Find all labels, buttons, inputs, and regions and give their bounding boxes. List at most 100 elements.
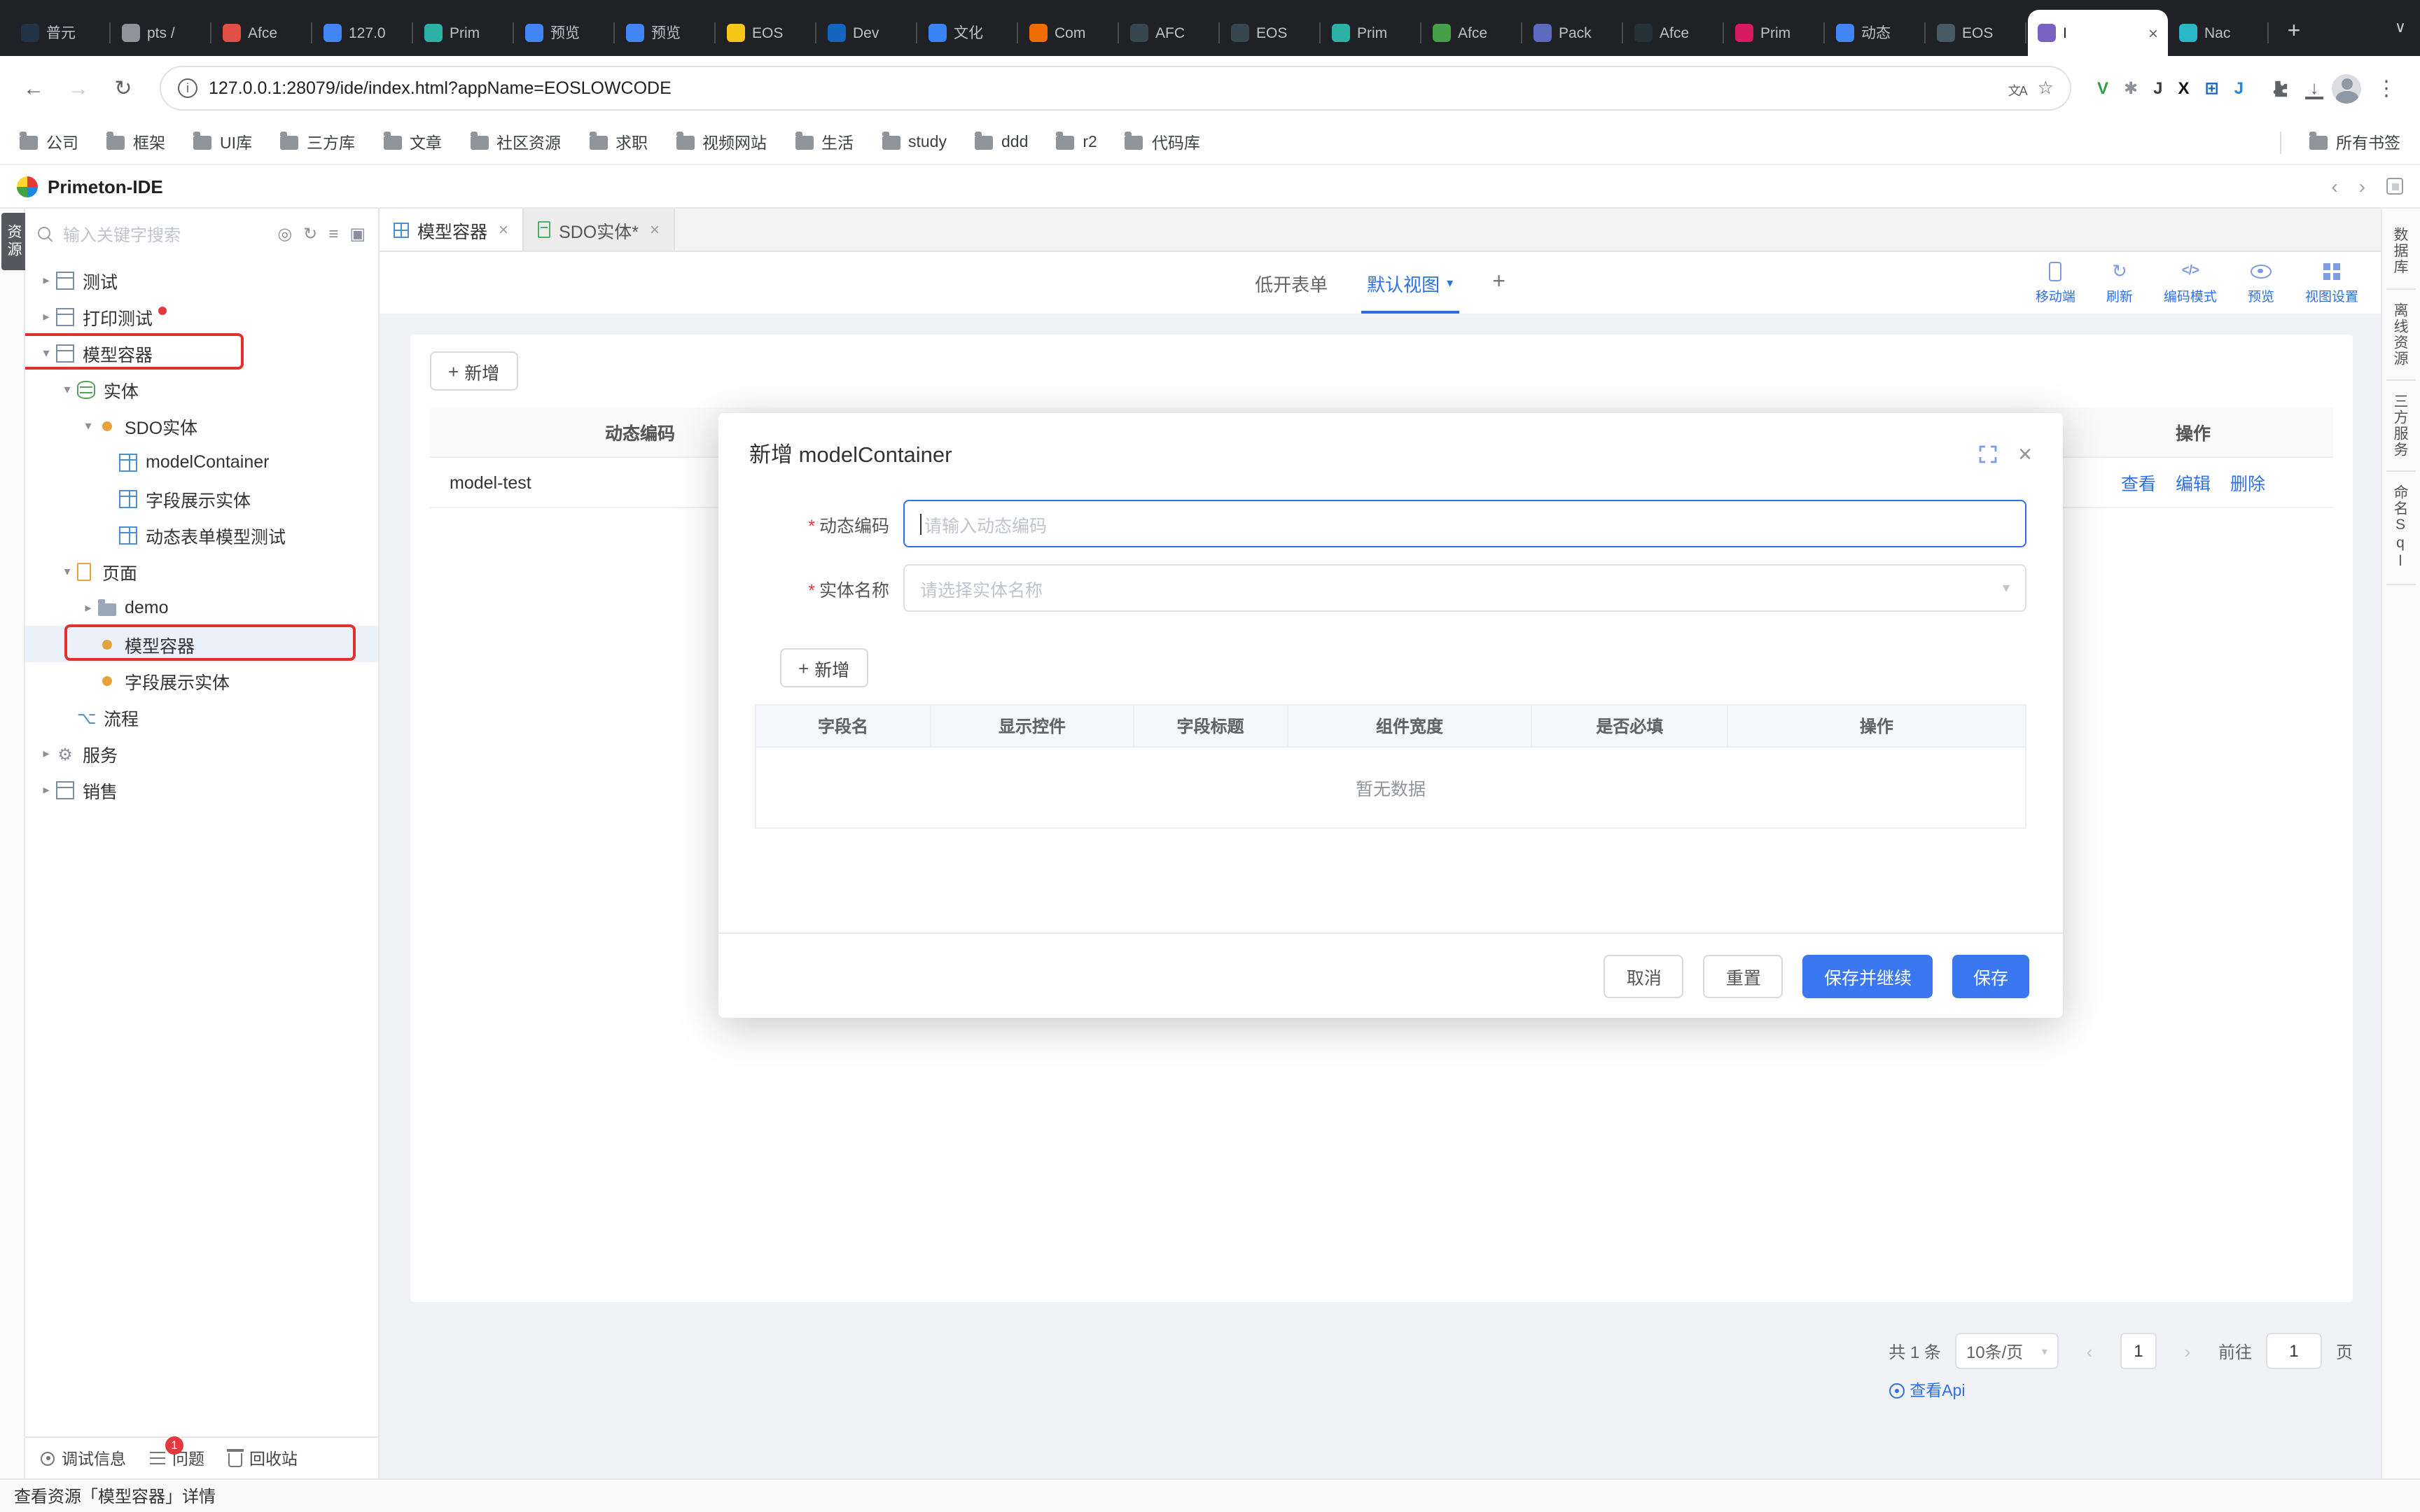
bookmark-folder[interactable]: UI库 <box>193 131 252 153</box>
bookmark-folder[interactable]: 社区资源 <box>470 131 561 153</box>
browser-tab[interactable]: pts / <box>112 10 211 56</box>
eye-action-button[interactable]: 预览 <box>2248 260 2274 305</box>
tree-item[interactable]: ▸测试 <box>25 262 378 298</box>
sidebar-search[interactable]: 输入关键字搜索 <box>25 209 378 259</box>
fullscreen-icon[interactable] <box>1979 444 1997 463</box>
right-vertical-tab[interactable]: 三方服务 <box>2386 380 2416 471</box>
browser-tab[interactable]: AFC <box>1120 10 1220 56</box>
bookmark-folder[interactable]: 视频网站 <box>676 131 767 153</box>
all-bookmarks-button[interactable]: 所有书签 <box>2309 131 2400 153</box>
browser-tab[interactable]: EOS <box>717 10 816 56</box>
address-bar[interactable]: 127.0.0.1:28079/ide/index.html?appName=E… <box>160 66 2072 111</box>
tree-item[interactable]: 动态表单模型测试 <box>25 517 378 553</box>
refresh-action-button[interactable]: 刷新 <box>2106 260 2133 305</box>
tree-item[interactable]: 模型容器 <box>25 626 378 662</box>
bookmark-folder[interactable]: 求职 <box>589 131 648 153</box>
resources-vertical-tab[interactable]: 资源 <box>1 213 28 270</box>
right-vertical-tab[interactable]: 离线资源 <box>2386 289 2416 380</box>
profile-avatar[interactable] <box>2332 74 2361 103</box>
extension-icon[interactable]: V <box>2097 78 2108 98</box>
current-page-button[interactable]: 1 <box>2120 1333 2157 1369</box>
right-vertical-tab[interactable]: 数据库 <box>2386 214 2416 289</box>
dialog-close-icon[interactable] <box>2018 442 2032 465</box>
extension-icon[interactable]: ⊞ <box>2205 78 2219 98</box>
panel-icon[interactable] <box>349 224 366 244</box>
code-action-button[interactable]: 编码模式 <box>2164 260 2217 305</box>
browser-tab[interactable]: EOS <box>1927 10 2026 56</box>
dialog-add-field-button[interactable]: 新增 <box>780 648 868 687</box>
problems-button[interactable]: 问题 1 <box>150 1447 204 1469</box>
document-tab[interactable]: SDO实体* <box>524 209 675 251</box>
browser-tab[interactable]: 预览 <box>616 10 716 56</box>
extensions-puzzle-icon[interactable] <box>2258 69 2297 108</box>
tree-item[interactable]: ▸销售 <box>25 771 378 808</box>
new-tab-button[interactable] <box>2276 14 2312 50</box>
row-action-link[interactable]: 查看 <box>2121 469 2156 496</box>
right-vertical-tab[interactable]: 命名Sql <box>2386 471 2416 584</box>
add-record-button[interactable]: 新增 <box>430 351 517 391</box>
entity-name-select[interactable]: 请选择实体名称 <box>903 564 2026 612</box>
tree-item[interactable]: ▾模型容器 <box>25 335 378 371</box>
tree-item[interactable]: modelContainer <box>25 444 378 480</box>
extension-icon[interactable]: J <box>2234 78 2244 98</box>
refresh-tree-icon[interactable] <box>303 224 317 244</box>
grid-action-button[interactable]: 视图设置 <box>2305 260 2358 305</box>
extension-icon[interactable]: ✱ <box>2124 78 2138 98</box>
tree-caret-icon[interactable]: ▸ <box>78 600 98 615</box>
forward-button[interactable] <box>59 69 98 108</box>
browser-tab[interactable]: Afce <box>213 10 312 56</box>
primary-button-保存[interactable]: 保存 <box>1952 954 2029 997</box>
view-api-link[interactable]: 查看Api <box>1889 1379 1965 1401</box>
tree-item[interactable]: ▾页面 <box>25 553 378 589</box>
tree-caret-icon[interactable]: ▸ <box>36 272 56 288</box>
browser-tab[interactable]: Com <box>1020 10 1119 56</box>
primary-button-保存并继续[interactable]: 保存并继续 <box>1803 954 1933 997</box>
reload-button[interactable] <box>104 69 143 108</box>
recycle-bin-button[interactable]: 回收站 <box>228 1447 298 1469</box>
browser-tab[interactable]: 普元 <box>11 10 111 56</box>
browser-tab[interactable]: EOS <box>1221 10 1321 56</box>
translate-icon[interactable] <box>2008 78 2026 99</box>
sort-icon[interactable] <box>328 224 338 244</box>
browser-tab[interactable]: Prim <box>415 10 514 56</box>
tree-item[interactable]: ▾实体 <box>25 371 378 407</box>
tree-item[interactable]: ▸服务 <box>25 735 378 771</box>
row-action-link[interactable]: 编辑 <box>2176 469 2211 496</box>
browser-tab[interactable]: Dev <box>818 10 917 56</box>
extension-icon[interactable]: X <box>2178 78 2189 98</box>
browser-tab[interactable]: 动态 <box>1826 10 1926 56</box>
browser-tab[interactable]: Nac <box>2169 10 2269 56</box>
row-action-link[interactable]: 删除 <box>2230 469 2265 496</box>
tree-item[interactable]: 字段展示实体 <box>25 662 378 699</box>
browser-tab[interactable]: Prim <box>1725 10 1825 56</box>
bookmark-folder[interactable]: r2 <box>1056 134 1097 150</box>
tree-caret-icon[interactable]: ▾ <box>78 418 98 433</box>
ide-layout-icon[interactable] <box>2386 178 2403 195</box>
tree-item[interactable]: 字段展示实体 <box>25 480 378 517</box>
debug-info-button[interactable]: 调试信息 <box>41 1447 126 1469</box>
tab-close-icon[interactable]: × <box>2148 23 2158 43</box>
page-size-select[interactable]: 10条/页 <box>1955 1333 2059 1369</box>
tab-close-icon[interactable] <box>499 220 508 239</box>
browser-tab[interactable]: Prim <box>1322 10 1421 56</box>
bookmark-folder[interactable]: ddd <box>975 134 1028 150</box>
locate-icon[interactable] <box>277 224 292 244</box>
extension-icon[interactable]: J <box>2153 78 2162 98</box>
tree-item[interactable]: ▸demo <box>25 589 378 626</box>
bookmark-folder[interactable]: study <box>882 134 947 150</box>
tree-item[interactable]: ▾SDO实体 <box>25 407 378 444</box>
tree-item[interactable]: ▸打印测试 <box>25 298 378 335</box>
site-info-icon[interactable] <box>178 78 197 98</box>
bookmark-folder[interactable]: 代码库 <box>1125 131 1200 153</box>
tree-caret-icon[interactable]: ▸ <box>36 746 56 761</box>
ide-back-icon[interactable] <box>2331 175 2337 197</box>
browser-menu-button[interactable] <box>2367 69 2406 108</box>
tree-caret-icon[interactable]: ▸ <box>36 309 56 324</box>
prev-page-button[interactable] <box>2073 1333 2106 1369</box>
browser-tab[interactable]: I× <box>2028 10 2168 56</box>
tree-caret-icon[interactable]: ▾ <box>57 564 77 579</box>
mobile-action-button[interactable]: 移动端 <box>2036 260 2075 305</box>
browser-tab[interactable]: 127.0 <box>314 10 413 56</box>
dynamic-code-input[interactable]: 请输入动态编码 <box>903 500 2026 547</box>
tree-caret-icon[interactable]: ▾ <box>36 345 56 360</box>
